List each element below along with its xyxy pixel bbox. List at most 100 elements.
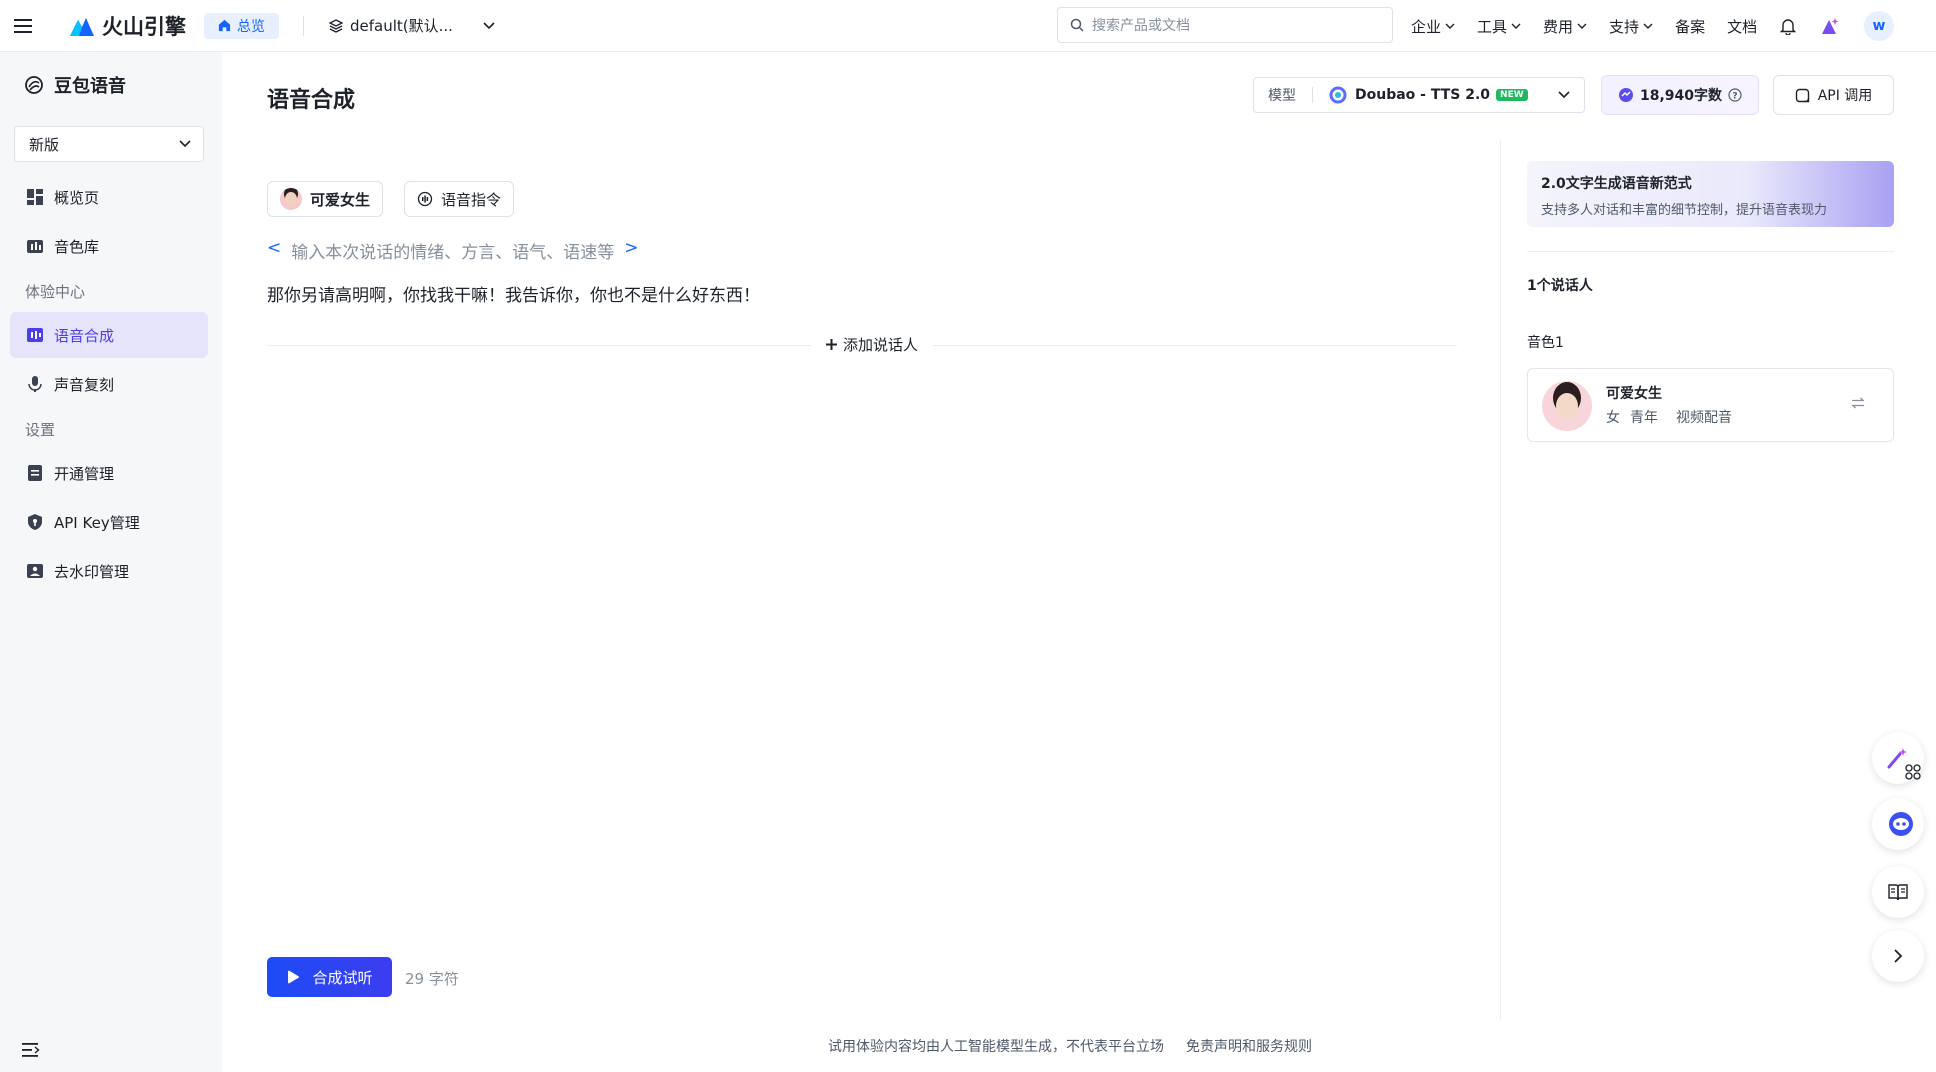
brand-logo[interactable]: 火山引擎 [68, 11, 186, 41]
emotion-instruction-input[interactable]: < 输入本次说话的情绪、方言、语气、语速等 > [267, 238, 639, 263]
add-speaker-button[interactable]: 添加说话人 [812, 334, 933, 355]
collapse-sidebar-icon[interactable] [22, 1042, 40, 1062]
disclaimer-link[interactable]: 免责声明和服务规则 [1186, 1036, 1312, 1056]
version-select[interactable]: 新版 [14, 126, 204, 162]
sidebar-brand: 豆包语音 [24, 72, 126, 98]
voice-chip[interactable]: 可爱女生 [267, 181, 384, 217]
model-selector[interactable]: 模型 Doubao - TTS 2.0 NEW [1253, 77, 1585, 113]
book-icon [1888, 884, 1908, 901]
microphone-icon [28, 376, 42, 392]
nav-billing[interactable]: 费用 [1543, 16, 1587, 37]
nav-group-settings: 设置 [25, 421, 56, 439]
promo-banner[interactable]: 2.0文字生成语音新范式 支持多人对话和丰富的细节控制，提升语音表现力 [1527, 161, 1894, 227]
search-icon [1070, 18, 1084, 32]
sidebar-nav: 概览页 音色库 体验中心 语音合成 声音复刻 设置 开通管理 API Key管理… [10, 174, 208, 597]
speaker-count: 1个说话人 [1527, 278, 1593, 294]
dashboard-icon [27, 189, 43, 205]
new-badge: NEW [1496, 89, 1528, 101]
project-selector[interactable]: default(默认... [328, 15, 495, 36]
model-label: 模型 [1268, 88, 1296, 104]
divider [1527, 251, 1894, 252]
ai-assistant-icon[interactable] [1820, 16, 1840, 36]
chevron-down-icon [1577, 23, 1587, 29]
api-call-label: API 调用 [1817, 88, 1873, 104]
script-text-input[interactable]: 那你另请高明啊，你找我干嘛！我告诉你，你也不是什么好东西！ [267, 281, 760, 306]
api-icon [1795, 88, 1809, 102]
nav-tools[interactable]: 工具 [1477, 16, 1521, 37]
voice-avatar [280, 188, 302, 210]
chevron-down-icon [1643, 23, 1653, 29]
home-icon [218, 19, 231, 32]
model-name: Doubao - TTS 2.0 [1355, 87, 1491, 103]
project-name: default(默认... [350, 17, 453, 35]
top-nav: 企业 工具 费用 支持 备案 文档 [1411, 0, 1757, 52]
sidebar-item-watermark[interactable]: 去水印管理 [10, 548, 208, 594]
home-label: 总览 [237, 18, 265, 35]
banner-subtitle: 支持多人对话和丰富的细节控制，提升语音表现力 [1541, 203, 1828, 218]
voice-command-icon [417, 191, 433, 207]
robot-icon [1889, 812, 1913, 836]
doubao-voice-logo-icon [25, 76, 43, 94]
voice-card[interactable]: 可爱女生 女 青年 视频配音 [1527, 368, 1894, 442]
page-title: 语音合成 [267, 88, 356, 113]
user-avatar[interactable]: w [1864, 11, 1894, 41]
sidebar-item-label: 声音复刻 [54, 375, 115, 394]
synthesize-preview-button[interactable]: 合成试听 [267, 957, 392, 997]
voice-slot-label: 音色1 [1527, 335, 1564, 351]
sidebar-item-api-key[interactable]: API Key管理 [10, 499, 208, 545]
divider [1500, 140, 1501, 1020]
bell-icon[interactable] [1780, 17, 1796, 35]
nav-docs[interactable]: 文档 [1727, 16, 1757, 37]
nav-filing[interactable]: 备案 [1675, 16, 1705, 37]
nav-enterprise[interactable]: 企业 [1411, 16, 1455, 37]
image-icon [27, 564, 43, 578]
voice-name: 可爱女生 [1606, 386, 1662, 402]
svg-text:?: ? [1732, 92, 1737, 102]
chatbot-float-button[interactable] [1872, 798, 1924, 850]
top-icons: w [1780, 0, 1894, 52]
swap-icon[interactable] [1851, 397, 1865, 409]
docs-float-button[interactable] [1872, 866, 1924, 918]
voice-library-icon [27, 240, 43, 253]
sidebar-item-overview[interactable]: 概览页 [10, 174, 208, 220]
nav-label: 支持 [1609, 17, 1640, 36]
sidebar-item-label: 概览页 [54, 188, 100, 207]
apps-grid-icon[interactable] [1891, 750, 1935, 794]
voice-command-label: 语音指令 [441, 190, 502, 209]
voice-tags: 女 青年 视频配音 [1606, 407, 1732, 427]
layers-icon [328, 18, 344, 33]
sidebar: 豆包语音 新版 概览页 音色库 体验中心 语音合成 声音复刻 设置 开通管理 A… [0, 52, 222, 1072]
chevron-right-icon [1894, 949, 1903, 963]
nav-group-experience: 体验中心 [25, 283, 86, 301]
voice-tag: 女 [1606, 410, 1620, 426]
sidebar-item-label: 去水印管理 [54, 562, 130, 581]
search-input[interactable]: 搜索产品或文档 [1057, 7, 1393, 43]
home-button[interactable]: 总览 [204, 12, 279, 39]
volcano-logo-icon [70, 17, 94, 36]
character-balance[interactable]: 18,940字数 ? [1601, 75, 1759, 115]
footer: 试用体验内容均由人工智能模型生成，不代表平台立场 免责声明和服务规则 [828, 1036, 1312, 1056]
nav-support[interactable]: 支持 [1609, 16, 1653, 37]
help-icon[interactable]: ? [1728, 88, 1742, 102]
voice-chip-label: 可爱女生 [310, 190, 371, 209]
sidebar-item-label: 音色库 [54, 237, 100, 256]
document-icon [28, 465, 42, 481]
synthesize-label: 合成试听 [312, 968, 373, 987]
brand-name: 火山引擎 [102, 14, 186, 39]
sidebar-item-speech-synthesis[interactable]: 语音合成 [10, 312, 208, 358]
sidebar-item-voice-library[interactable]: 音色库 [10, 223, 208, 269]
nav-label: 工具 [1477, 17, 1508, 36]
bracket-close: > [624, 238, 639, 258]
speech-synthesis-icon [27, 328, 43, 342]
api-call-button[interactable]: API 调用 [1773, 75, 1894, 115]
menu-icon[interactable] [0, 0, 48, 52]
voice-command-chip[interactable]: 语音指令 [404, 181, 515, 217]
voice-tag: 视频配音 [1676, 410, 1732, 426]
sidebar-item-activation[interactable]: 开通管理 [10, 450, 208, 496]
chevron-down-icon [1511, 23, 1521, 29]
version-value: 新版 [29, 135, 60, 154]
expand-float-button[interactable] [1872, 930, 1924, 982]
add-speaker-label: 添加说话人 [843, 336, 919, 354]
sidebar-item-voice-clone[interactable]: 声音复刻 [10, 361, 208, 407]
chevron-down-icon [483, 21, 495, 29]
